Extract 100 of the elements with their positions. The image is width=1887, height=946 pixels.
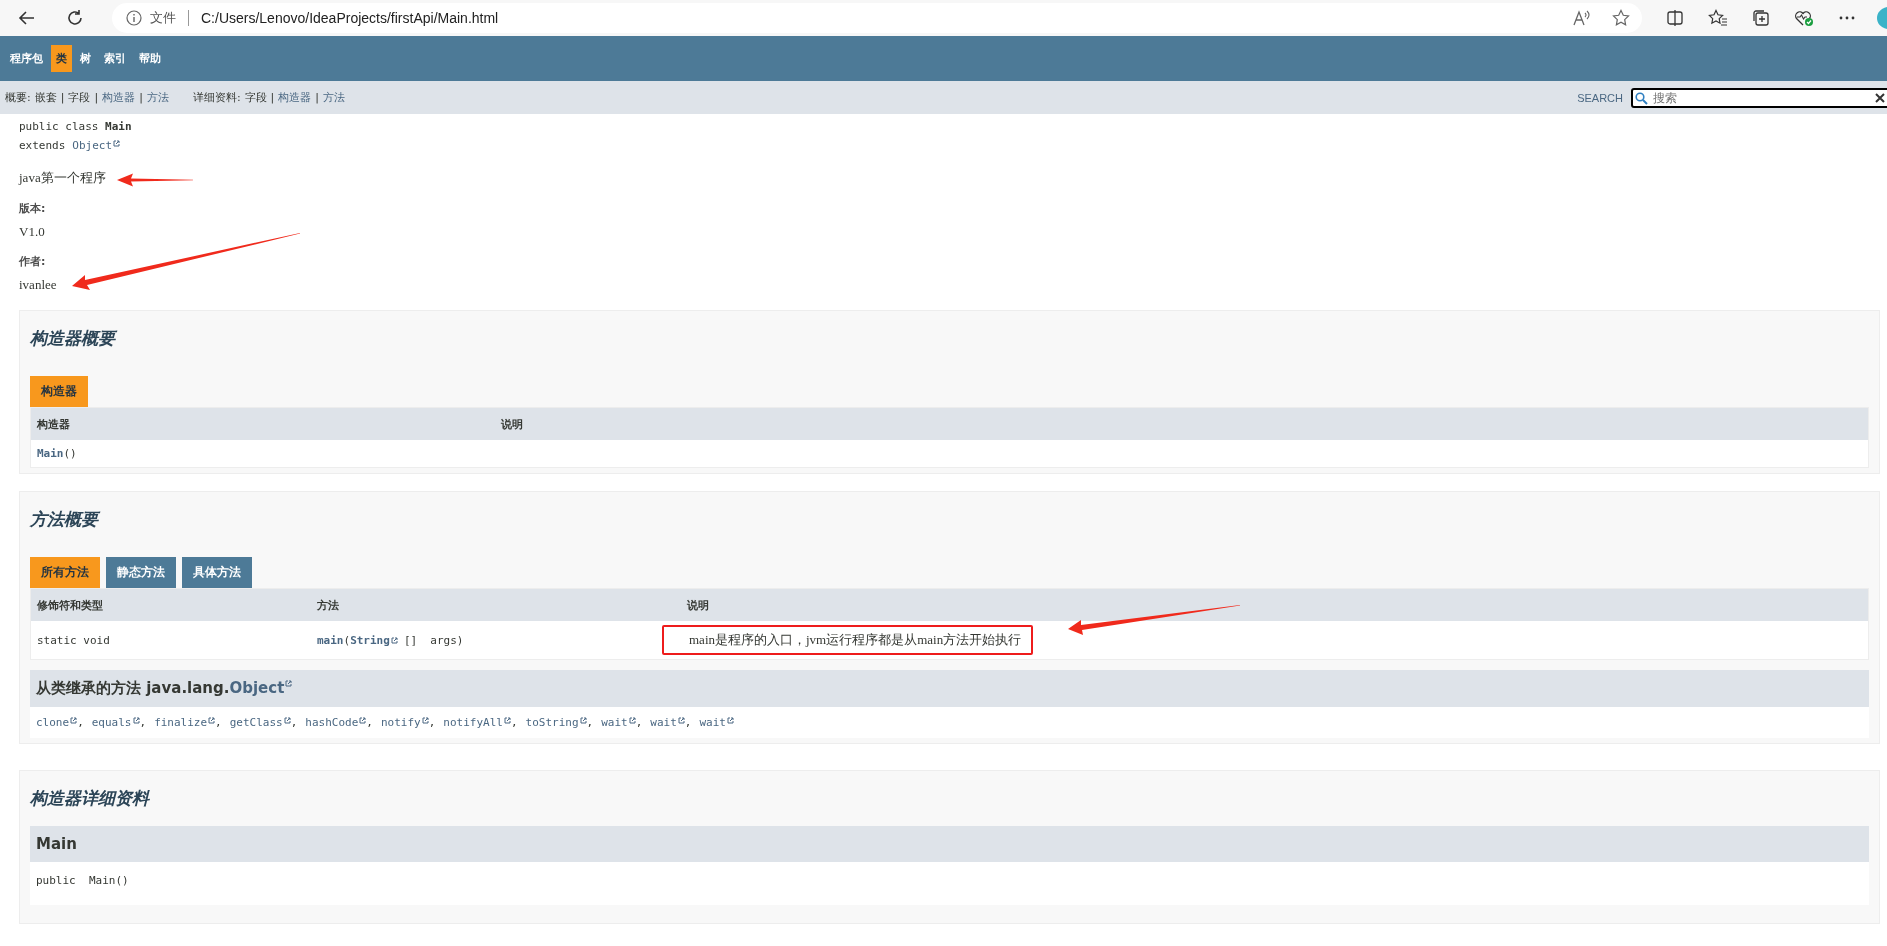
separator: | (60, 91, 65, 104)
separator: , (77, 716, 84, 729)
separator: , (366, 716, 373, 729)
separator: , (510, 716, 518, 729)
section-title: 构造器概要 (30, 311, 1869, 352)
external-link-icon (113, 140, 121, 147)
constructor-link[interactable]: Main (37, 447, 64, 460)
nav-item[interactable]: 树 (75, 45, 96, 72)
external-link-icon (390, 637, 398, 644)
clear-icon[interactable] (1875, 92, 1885, 103)
external-link-icon (208, 717, 216, 724)
external-link-icon (726, 717, 734, 724)
detail-label: 详细资料: (192, 90, 241, 105)
column-header: 说明 (495, 408, 1868, 440)
summary-label: 概要: (5, 90, 31, 105)
column-header: 方法 (311, 589, 681, 621)
method-link[interactable]: finalize (154, 716, 208, 729)
tag-value: ivanlee (19, 277, 58, 293)
separator: , (586, 716, 594, 729)
separator: | (315, 91, 320, 104)
method-link[interactable]: wait (650, 716, 677, 729)
method-link[interactable]: toString (525, 716, 579, 729)
external-link-icon (70, 717, 78, 724)
class-link[interactable]: Object (229, 679, 285, 697)
method-link[interactable]: main (317, 633, 344, 647)
separator: , (635, 716, 643, 729)
column-header: 构造器 (31, 408, 495, 440)
extends-keyword: extends (19, 139, 66, 152)
class-description: java第一个程序 (19, 169, 106, 187)
method-link[interactable]: wait (699, 716, 726, 729)
separator: , (428, 716, 436, 729)
external-link-icon (677, 717, 685, 724)
tag-label: 版本: (19, 201, 47, 216)
member-signature: public Main() (36, 874, 129, 887)
external-link-icon (579, 717, 587, 724)
table-cell: static void (31, 621, 311, 659)
parameter-list: () (63, 447, 77, 460)
detail-item: 字段 (244, 90, 267, 105)
punctuation: ( (343, 633, 351, 647)
tag-value: V1.0 (19, 224, 46, 240)
method-link[interactable]: equals (91, 716, 132, 729)
external-link-icon (285, 680, 293, 687)
nav-item[interactable]: 帮助 (134, 45, 166, 72)
favorites-icon[interactable] (1708, 9, 1728, 27)
section-title: 方法概要 (30, 492, 1869, 533)
separator: | (94, 91, 99, 104)
summary-link[interactable]: 方法 (146, 90, 169, 105)
method-link[interactable]: notifyAll (443, 716, 503, 729)
search-label: SEARCH (1577, 91, 1623, 104)
nav-item[interactable]: 程序包 (5, 45, 48, 72)
external-link-icon (132, 717, 140, 724)
split-screen-icon[interactable] (1666, 9, 1684, 27)
nav-item[interactable]: 索引 (99, 45, 131, 72)
table-tab[interactable]: 具体方法 (182, 557, 252, 588)
search-field[interactable]: 搜索 (1631, 87, 1887, 108)
superclass-link[interactable]: Object (72, 139, 113, 152)
table-tab[interactable]: 静态方法 (106, 557, 176, 588)
method-description: main是程序的入口，jvm运行程序都是从main方法开始执行 (662, 625, 1034, 655)
separator: | (139, 91, 143, 104)
external-link-icon (283, 717, 291, 724)
external-link-icon (628, 717, 636, 724)
external-link-icon (421, 717, 429, 724)
method-link[interactable]: wait (601, 716, 628, 729)
table-tab[interactable]: 构造器 (30, 376, 88, 407)
star-icon[interactable] (1612, 9, 1630, 27)
method-link[interactable]: clone (36, 716, 70, 729)
separator: , (139, 716, 147, 729)
tag-label: 作者: (19, 254, 47, 269)
separator: | (270, 91, 275, 104)
collections-icon[interactable] (1752, 9, 1770, 27)
column-header: 修饰符和类型 (31, 589, 311, 621)
column-header: 说明 (681, 589, 1868, 621)
info-icon[interactable] (126, 10, 142, 26)
separator: , (290, 716, 298, 729)
separator: , (215, 716, 222, 729)
table-tab[interactable]: 所有方法 (30, 557, 100, 588)
parameter-list: [] args) (403, 633, 464, 647)
address-url[interactable]: C:/Users/Lenovo/IdeaProjects/firstApi/Main.html (201, 10, 499, 26)
summary-item: 字段 (68, 90, 91, 105)
section-title: 构造器详细资料 (30, 787, 151, 810)
detail-link[interactable]: 构造器 (278, 90, 312, 105)
reload-icon[interactable] (66, 9, 84, 27)
address-label: 文件 (150, 9, 176, 27)
summary-item: 嵌套 (34, 90, 57, 105)
class-signature: public class Main (19, 120, 133, 133)
external-link-icon (503, 717, 511, 724)
type-link[interactable]: String (350, 633, 390, 647)
separator: , (684, 716, 692, 729)
method-link[interactable]: hashCode (305, 716, 359, 729)
back-icon[interactable] (18, 9, 36, 27)
nav-item[interactable]: 类 (51, 45, 72, 72)
external-link-icon (359, 717, 367, 724)
detail-link[interactable]: 方法 (323, 90, 346, 105)
search-icon (1635, 91, 1648, 105)
heart-check-icon[interactable] (1794, 9, 1814, 27)
method-link[interactable]: getClass (229, 716, 283, 729)
method-link[interactable]: notify (380, 716, 421, 729)
read-aloud-icon[interactable] (1572, 9, 1592, 27)
member-heading: Main (30, 826, 1869, 862)
summary-link[interactable]: 构造器 (102, 90, 136, 105)
